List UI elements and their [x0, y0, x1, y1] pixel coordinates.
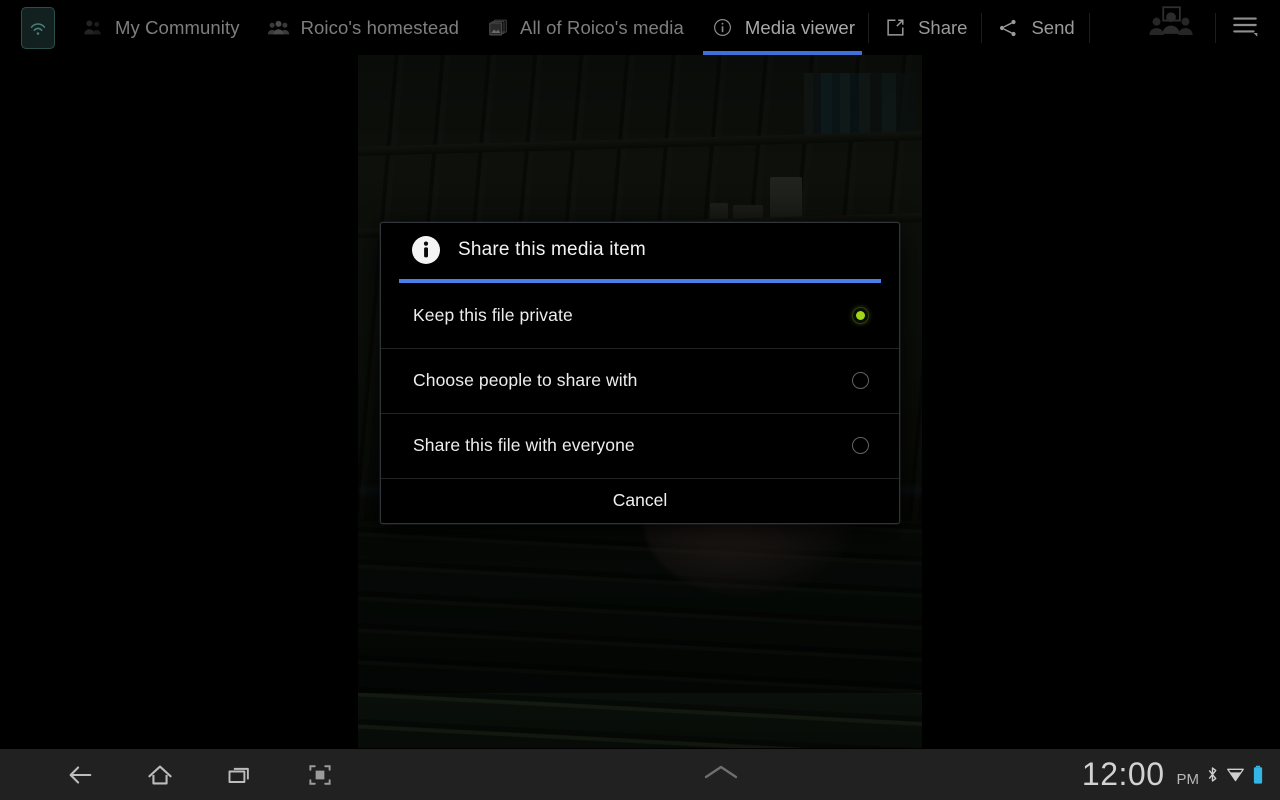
- crop-frame-icon: [304, 761, 336, 789]
- people-icon: [266, 16, 292, 40]
- recent-apps-button[interactable]: [200, 749, 280, 800]
- broadcast-app-icon[interactable]: [21, 6, 55, 49]
- notification-expand-button[interactable]: [360, 762, 1082, 787]
- home-icon: [143, 760, 177, 790]
- battery-icon: [1252, 764, 1264, 786]
- tab-label: Media viewer: [744, 16, 856, 38]
- system-navigation-bar: 12:00 PM: [0, 748, 1280, 800]
- clock-time: 12:00: [1081, 756, 1165, 792]
- overflow-menu-button[interactable]: [1216, 0, 1280, 55]
- screenshot-button[interactable]: [280, 749, 360, 800]
- tab-roicos-homestead[interactable]: Roico's homestead: [253, 0, 472, 55]
- radio-keep-private[interactable]: [852, 307, 869, 324]
- arrow-left-icon: [63, 760, 97, 790]
- chevron-up-icon: [700, 762, 742, 787]
- wifi-icon: [1226, 765, 1245, 784]
- option-share-everyone[interactable]: Share this file with everyone: [381, 413, 899, 478]
- tab-label: All of Roico's media: [520, 16, 684, 38]
- top-action-bar: My Community Roico's homestead All of Ro…: [0, 0, 1280, 55]
- tab-all-of-roicos-media[interactable]: All of Roico's media: [472, 0, 697, 55]
- back-button[interactable]: [40, 749, 120, 800]
- option-keep-private[interactable]: Keep this file private: [381, 283, 899, 348]
- radio-choose-people[interactable]: [852, 372, 869, 389]
- radio-share-everyone[interactable]: [852, 437, 869, 454]
- cancel-button[interactable]: Cancel: [381, 478, 899, 523]
- hamburger-menu-icon: [1230, 12, 1260, 43]
- tab-label: Roico's homestead: [300, 16, 460, 38]
- tab-my-community[interactable]: My Community: [67, 0, 253, 55]
- share-label: Share: [918, 16, 968, 38]
- option-label: Keep this file private: [413, 305, 573, 325]
- option-choose-people[interactable]: Choose people to share with: [381, 348, 899, 413]
- share-box-arrow-icon: [883, 16, 907, 40]
- home-button[interactable]: [120, 749, 200, 800]
- send-label: Send: [1031, 16, 1075, 38]
- media-stack-icon: [485, 16, 511, 40]
- bluetooth-icon: [1206, 764, 1219, 785]
- clock-meridiem: PM: [1176, 771, 1200, 788]
- tablet-screen: My Community Roico's homestead All of Ro…: [0, 0, 1280, 800]
- community-icon: [80, 16, 106, 40]
- share-media-dialog: Share this media item Keep this file pri…: [380, 222, 900, 524]
- share-button[interactable]: Share: [869, 0, 981, 55]
- send-button[interactable]: Send: [982, 0, 1088, 55]
- tab-media-viewer[interactable]: Media viewer: [697, 0, 868, 55]
- people-group-icon: [1141, 5, 1201, 50]
- divider: [1088, 12, 1090, 43]
- share-nodes-icon: [996, 16, 1020, 40]
- option-label: Choose people to share with: [413, 370, 638, 390]
- dialog-title: Share this media item: [458, 239, 646, 260]
- option-label: Share this file with everyone: [413, 435, 635, 455]
- dialog-header: Share this media item: [381, 223, 899, 277]
- status-area[interactable]: 12:00 PM: [1082, 756, 1280, 793]
- info-circle-filled-icon: [411, 235, 441, 265]
- recent-apps-icon: [224, 761, 256, 789]
- tab-label: My Community: [115, 16, 240, 38]
- info-circle-icon: [710, 16, 736, 40]
- people-group-button[interactable]: [1127, 0, 1215, 55]
